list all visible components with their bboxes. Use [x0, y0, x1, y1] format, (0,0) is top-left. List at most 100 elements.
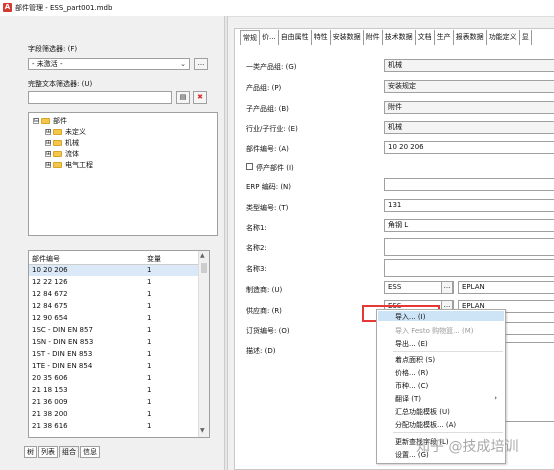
cell-part-number: 1SN - DIN EN 853 — [32, 338, 94, 346]
chevron-down-icon: ⌄ — [180, 60, 186, 68]
menu-separator — [393, 351, 503, 352]
table-row[interactable]: 1TE - DIN EN 854 1 — [29, 361, 199, 372]
table-row[interactable]: 10 20 206 1 — [29, 265, 199, 276]
sub-product-group-label: 子产品组: (B) — [246, 105, 289, 113]
tab-tree[interactable]: 树 — [24, 446, 37, 458]
name2-field[interactable] — [384, 238, 554, 256]
name3-field[interactable] — [384, 259, 554, 277]
scroll-up-icon[interactable]: ▲ — [200, 252, 205, 259]
discipline-label: 行业/子行业: (E) — [246, 125, 298, 133]
type-number-field[interactable]: 131 — [384, 199, 554, 212]
tab-documents[interactable]: 文档 — [416, 30, 435, 45]
table-row[interactable]: 21 18 153 1 — [29, 385, 199, 396]
tab-combined[interactable]: 组合 — [59, 446, 79, 458]
tab-price[interactable]: 价... — [260, 30, 279, 45]
part-number-field[interactable]: 10 20 206 — [384, 141, 554, 154]
cell-variant: 1 — [147, 338, 152, 346]
table-row[interactable]: 21 38 616 1 — [29, 421, 199, 432]
tree-node-undefined[interactable]: ⊞ 未定义 — [45, 127, 86, 137]
name2-label: 名称2: — [246, 244, 267, 252]
manufacturer-label: 制造商: (U) — [246, 286, 283, 294]
pane-splitter[interactable] — [224, 16, 228, 470]
tab-list[interactable]: 列表 — [38, 446, 58, 458]
tab-production[interactable]: 生产 — [435, 30, 454, 45]
menu-item-summarize-function-templates[interactable]: 汇总功能模板 (U) — [395, 407, 450, 417]
table-row[interactable]: 20 35 606 1 — [29, 373, 199, 384]
product-group-top-field[interactable]: 机械 — [384, 59, 554, 72]
tab-accessories[interactable]: 附件 — [364, 30, 383, 45]
cell-part-number: 12 90 654 — [32, 314, 68, 322]
scroll-down-icon[interactable]: ▼ — [200, 427, 205, 434]
cell-variant: 1 — [147, 362, 152, 370]
discontinued-checkbox[interactable] — [246, 163, 253, 170]
field-filter-select[interactable]: - 未激活 - ⌄ — [28, 58, 190, 70]
tab-characteristics[interactable]: 特性 — [312, 30, 331, 45]
tab-mounting-data[interactable]: 安装数据 — [331, 30, 364, 45]
tree-node-label: 电气工程 — [65, 161, 93, 169]
table-scrollbar[interactable]: ▲ ▼ — [198, 251, 209, 437]
field-filter-more-button[interactable]: ... — [194, 58, 208, 70]
tab-general[interactable]: 常规 — [240, 30, 260, 45]
table-row[interactable]: 21 36 009 1 — [29, 397, 199, 408]
table-header: 部件编号 变量 — [29, 251, 199, 265]
menu-item-placement-area[interactable]: 着点面积 (S) — [395, 355, 435, 365]
table-row[interactable]: 1SC - DIN EN 857 1 — [29, 325, 199, 336]
apply-filter-icon[interactable]: ▤ — [176, 91, 190, 104]
clear-filter-icon[interactable]: ✖ — [193, 91, 207, 104]
table-row[interactable]: 12 22 126 1 — [29, 277, 199, 288]
cell-variant: 1 — [147, 422, 152, 430]
table-row[interactable]: 1ST - DIN EN 853 1 — [29, 349, 199, 360]
folder-icon — [41, 118, 50, 124]
expand-icon[interactable]: ⊞ — [45, 162, 51, 168]
table-row[interactable]: 1SN - DIN EN 853 1 — [29, 337, 199, 348]
tab-report-data[interactable]: 报表数据 — [454, 30, 487, 45]
menu-item-translate[interactable]: 翻译 (T) — [395, 394, 421, 404]
name1-field[interactable]: 角钢 L — [384, 219, 554, 232]
expand-icon[interactable]: ⊞ — [45, 129, 51, 135]
tab-free-properties[interactable]: 自由属性 — [279, 30, 312, 45]
menu-item-import[interactable]: 导入... (I) — [395, 312, 425, 322]
discipline-field[interactable]: 机械 — [384, 121, 554, 134]
column-header-part-number[interactable]: 部件编号 — [32, 254, 60, 264]
left-bottom-tabs: 树 列表 组合 信息 — [24, 446, 101, 458]
part-list-table[interactable]: 部件编号 变量 10 20 206 1 12 22 126 1 12 84 672 1 12… — [28, 250, 210, 438]
tree-node-mechanical[interactable]: ⊞ 机械 — [45, 138, 79, 148]
tab-technical-data[interactable]: 技术数据 — [383, 30, 416, 45]
manufacturer-browse-button[interactable]: ... — [441, 281, 453, 294]
tab-function-definition[interactable]: 功能定义 — [487, 30, 520, 45]
menu-item-export[interactable]: 导出... (E) — [395, 339, 428, 349]
cell-variant: 1 — [147, 386, 152, 394]
fulltext-filter-input[interactable] — [28, 91, 172, 104]
table-row[interactable]: 12 84 672 1 — [29, 289, 199, 300]
product-group-field[interactable]: 安装规定 — [384, 80, 554, 93]
part-tree[interactable]: ⊟ 部件 ⊞ 未定义 ⊞ 机械 ⊞ 流体 ⊞ 电气工程 — [28, 112, 218, 236]
fulltext-filter-label: 完整文本筛选器: (U) — [28, 80, 93, 88]
column-header-variant[interactable]: 变量 — [147, 254, 161, 264]
tab-display[interactable]: 显 — [520, 30, 532, 45]
erp-code-field[interactable] — [384, 178, 554, 191]
field-filter-value: - 未激活 - — [32, 60, 63, 68]
cell-part-number: 1SC - DIN EN 857 — [32, 326, 93, 334]
table-row[interactable]: 12 84 675 1 — [29, 301, 199, 312]
menu-item-import-festo[interactable]: 导入 Festo 购物篮... (M) — [395, 326, 473, 336]
name1-label: 名称1: — [246, 224, 267, 232]
expand-icon[interactable]: ⊞ — [45, 151, 51, 157]
collapse-icon[interactable]: ⊟ — [33, 118, 39, 124]
table-row[interactable]: 21 38 200 1 — [29, 409, 199, 420]
menu-item-price[interactable]: 价格... (R) — [395, 368, 428, 378]
menu-item-assign-function-templates[interactable]: 分配功能模板... (A) — [395, 420, 456, 430]
tab-info[interactable]: 信息 — [80, 446, 100, 458]
cell-variant: 1 — [147, 266, 152, 274]
manufacturer-name-field[interactable]: EPLAN — [458, 281, 554, 294]
menu-item-currency[interactable]: 币种... (C) — [395, 381, 428, 391]
table-row[interactable]: 12 90 654 1 — [29, 313, 199, 324]
tree-node-electrical[interactable]: ⊞ 电气工程 — [45, 160, 93, 170]
scroll-thumb[interactable] — [201, 263, 207, 273]
sub-product-group-field[interactable]: 附件 — [384, 101, 554, 114]
expand-icon[interactable]: ⊞ — [45, 140, 51, 146]
tree-node-fluid[interactable]: ⊞ 流体 — [45, 149, 79, 159]
folder-icon — [53, 140, 62, 146]
tree-node-parts[interactable]: ⊟ 部件 — [33, 116, 67, 126]
order-number-label: 订货编号: (O) — [246, 327, 290, 335]
submenu-arrow-icon: › — [494, 394, 497, 402]
